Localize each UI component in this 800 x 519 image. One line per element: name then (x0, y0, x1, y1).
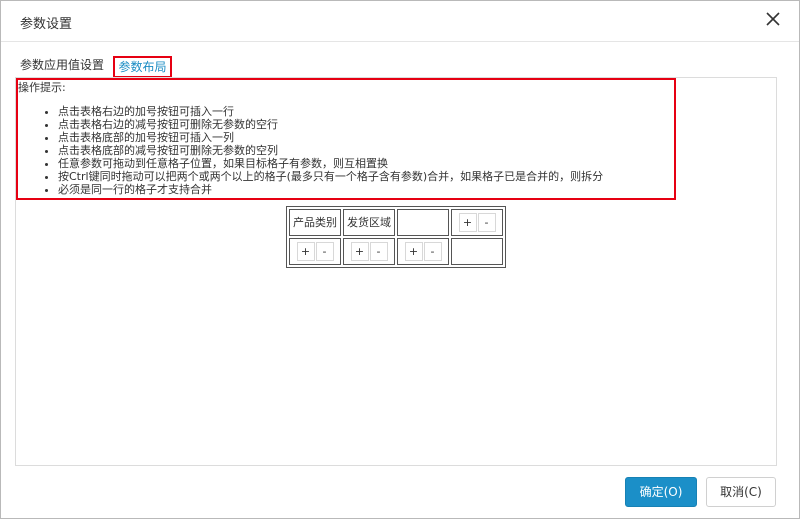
delete-column-button[interactable]: - (315, 242, 334, 261)
layout-grid: 产品类别 发货区域 + - + - + - + - (286, 206, 506, 268)
tip-item: 必须是同一行的格子才支持合并 (58, 183, 603, 196)
close-icon[interactable] (765, 11, 781, 27)
add-row-button[interactable]: + (458, 213, 477, 232)
delete-column-button[interactable]: - (423, 242, 442, 261)
column-controls-3: + - (397, 238, 449, 265)
add-column-button[interactable]: + (350, 242, 369, 261)
column-controls-1: + - (289, 238, 341, 265)
add-column-button[interactable]: + (296, 242, 315, 261)
dialog-header: 参数设置 (1, 1, 799, 42)
tip-item: 任意参数可拖动到任意格子位置，如果目标格子有参数，则互相置换 (58, 157, 603, 170)
layout-panel: 操作提示: 点击表格右边的加号按钮可插入一行 点击表格右边的减号按钮可删除无参数… (15, 77, 777, 466)
tip-item: 点击表格底部的减号按钮可删除无参数的空列 (58, 144, 603, 157)
row-controls: + - (451, 209, 503, 236)
grid-cell-shipping-region[interactable]: 发货区域 (343, 209, 395, 236)
tab-parameter-layout[interactable]: 参数布局 (113, 56, 172, 77)
grid-cell-product-category[interactable]: 产品类别 (289, 209, 341, 236)
parameter-settings-dialog: 参数设置 参数应用值设置 参数布局 操作提示: 点击表格右边的加号按钮可插入一行… (0, 0, 800, 519)
delete-column-button[interactable]: - (369, 242, 388, 261)
column-controls-2: + - (343, 238, 395, 265)
delete-row-button[interactable]: - (477, 213, 496, 232)
cancel-button[interactable]: 取消(C) (706, 477, 776, 507)
operation-tips: 操作提示: 点击表格右边的加号按钮可插入一行 点击表格右边的减号按钮可删除无参数… (16, 78, 676, 200)
grid-row: 产品类别 发货区域 + - (288, 208, 504, 237)
tip-item: 点击表格底部的加号按钮可插入一列 (58, 131, 603, 144)
tips-title: 操作提示: (18, 81, 66, 94)
tab-parameter-values[interactable]: 参数应用值设置 (20, 56, 104, 77)
grid-cell-empty[interactable] (397, 209, 449, 236)
grid-row: + - + - + - (288, 237, 504, 266)
tips-list: 点击表格右边的加号按钮可插入一行 点击表格右边的减号按钮可删除无参数的空行 点击… (18, 105, 603, 196)
add-column-button[interactable]: + (404, 242, 423, 261)
dialog-title: 参数设置 (20, 17, 73, 32)
tip-item: 按Ctrl键同时拖动可以把两个或两个以上的格子(最多只有一个格子含有参数)合并，… (58, 170, 603, 183)
ok-button[interactable]: 确定(O) (625, 477, 697, 507)
tip-item: 点击表格右边的加号按钮可插入一行 (58, 105, 603, 118)
tip-item: 点击表格右边的减号按钮可删除无参数的空行 (58, 118, 603, 131)
grid-corner-cell (451, 238, 503, 265)
